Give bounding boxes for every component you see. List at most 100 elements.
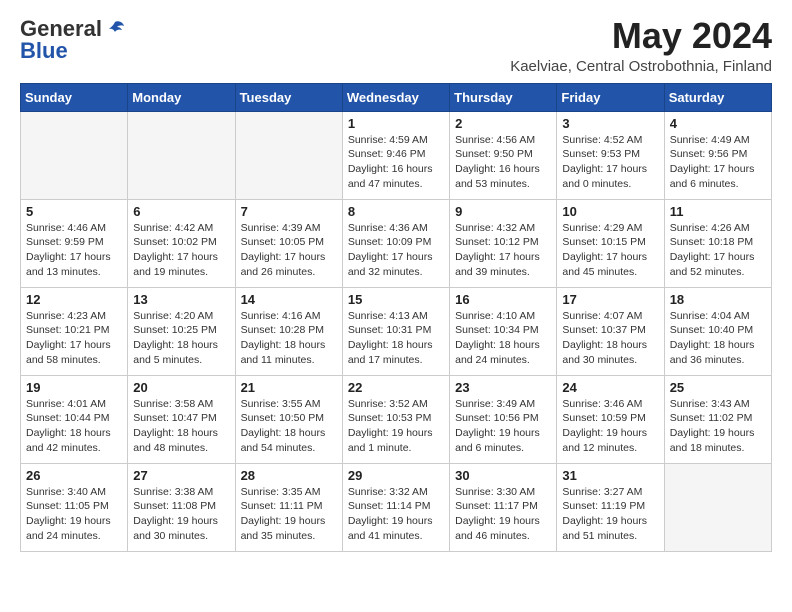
day-number: 14 — [241, 292, 337, 307]
day-number: 6 — [133, 204, 229, 219]
day-number: 2 — [455, 116, 551, 131]
day-number: 25 — [670, 380, 766, 395]
header: General Blue May 2024 Kaelviae, Central … — [20, 16, 772, 75]
day-detail: Sunrise: 3:52 AMSunset: 10:53 PMDaylight… — [348, 397, 444, 456]
calendar-cell: 18 Sunrise: 4:04 AMSunset: 10:40 PMDaylig… — [664, 287, 771, 375]
day-detail: Sunrise: 4:49 AMSunset: 9:56 PMDaylight:… — [670, 133, 766, 192]
day-number: 21 — [241, 380, 337, 395]
calendar-cell: 27 Sunrise: 3:38 AMSunset: 11:08 PMDaylig… — [128, 463, 235, 551]
day-detail: Sunrise: 3:38 AMSunset: 11:08 PMDaylight… — [133, 485, 229, 544]
day-number: 29 — [348, 468, 444, 483]
day-detail: Sunrise: 3:55 AMSunset: 10:50 PMDaylight… — [241, 397, 337, 456]
calendar-cell: 5Sunrise: 4:46 AMSunset: 9:59 PMDaylight… — [21, 199, 128, 287]
calendar-cell: 21 Sunrise: 3:55 AMSunset: 10:50 PMDaylig… — [235, 375, 342, 463]
day-detail: Sunrise: 3:35 AMSunset: 11:11 PMDaylight… — [241, 485, 337, 544]
col-friday: Friday — [557, 83, 664, 111]
calendar-cell: 25 Sunrise: 3:43 AMSunset: 11:02 PMDaylig… — [664, 375, 771, 463]
day-number: 13 — [133, 292, 229, 307]
main-title: May 2024 — [510, 16, 772, 56]
calendar-table: Sunday Monday Tuesday Wednesday Thursday… — [20, 83, 772, 552]
day-detail: Sunrise: 4:29 AMSunset: 10:15 PMDaylight… — [562, 221, 658, 280]
day-detail: Sunrise: 3:40 AMSunset: 11:05 PMDaylight… — [26, 485, 122, 544]
col-wednesday: Wednesday — [342, 83, 449, 111]
calendar-cell: 29 Sunrise: 3:32 AMSunset: 11:14 PMDaylig… — [342, 463, 449, 551]
title-area: May 2024 Kaelviae, Central Ostrobothnia,… — [510, 16, 772, 75]
day-detail: Sunrise: 4:13 AMSunset: 10:31 PMDaylight… — [348, 309, 444, 368]
calendar-cell: 7 Sunrise: 4:39 AMSunset: 10:05 PMDayligh… — [235, 199, 342, 287]
day-number: 1 — [348, 116, 444, 131]
day-detail: Sunrise: 4:32 AMSunset: 10:12 PMDaylight… — [455, 221, 551, 280]
day-number: 26 — [26, 468, 122, 483]
day-number: 4 — [670, 116, 766, 131]
day-number: 3 — [562, 116, 658, 131]
day-number: 27 — [133, 468, 229, 483]
day-number: 7 — [241, 204, 337, 219]
calendar-cell: 13 Sunrise: 4:20 AMSunset: 10:25 PMDaylig… — [128, 287, 235, 375]
calendar-cell: 15Sunrise: 4:13 AMSunset: 10:31 PMDaylig… — [342, 287, 449, 375]
day-detail: Sunrise: 4:07 AMSunset: 10:37 PMDaylight… — [562, 309, 658, 368]
day-number: 23 — [455, 380, 551, 395]
logo-blue-text: Blue — [20, 38, 68, 64]
day-detail: Sunrise: 4:42 AMSunset: 10:02 PMDaylight… — [133, 221, 229, 280]
day-detail: Sunrise: 3:49 AMSunset: 10:56 PMDaylight… — [455, 397, 551, 456]
page: General Blue May 2024 Kaelviae, Central … — [0, 0, 792, 572]
subtitle: Kaelviae, Central Ostrobothnia, Finland — [510, 58, 772, 75]
calendar-cell: 2 Sunrise: 4:56 AMSunset: 9:50 PMDaylight… — [450, 111, 557, 199]
col-tuesday: Tuesday — [235, 83, 342, 111]
day-number: 8 — [348, 204, 444, 219]
day-detail: Sunrise: 3:58 AMSunset: 10:47 PMDaylight… — [133, 397, 229, 456]
calendar-week-row: 19 Sunrise: 4:01 AMSunset: 10:44 PMDaylig… — [21, 375, 772, 463]
day-detail: Sunrise: 3:43 AMSunset: 11:02 PMDaylight… — [670, 397, 766, 456]
calendar-week-row: 12 Sunrise: 4:23 AMSunset: 10:21 PMDaylig… — [21, 287, 772, 375]
day-detail: Sunrise: 4:26 AMSunset: 10:18 PMDaylight… — [670, 221, 766, 280]
calendar-cell: 1 Sunrise: 4:59 AMSunset: 9:46 PMDaylight… — [342, 111, 449, 199]
day-number: 12 — [26, 292, 122, 307]
day-number: 9 — [455, 204, 551, 219]
calendar-cell: 30Sunrise: 3:30 AMSunset: 11:17 PMDaylig… — [450, 463, 557, 551]
calendar-cell: 12 Sunrise: 4:23 AMSunset: 10:21 PMDaylig… — [21, 287, 128, 375]
calendar-week-row: 1 Sunrise: 4:59 AMSunset: 9:46 PMDaylight… — [21, 111, 772, 199]
col-sunday: Sunday — [21, 83, 128, 111]
calendar-header-row: Sunday Monday Tuesday Wednesday Thursday… — [21, 83, 772, 111]
calendar-cell: 8Sunrise: 4:36 AMSunset: 10:09 PMDayligh… — [342, 199, 449, 287]
day-detail: Sunrise: 4:04 AMSunset: 10:40 PMDaylight… — [670, 309, 766, 368]
calendar-cell: 16 Sunrise: 4:10 AMSunset: 10:34 PMDaylig… — [450, 287, 557, 375]
day-number: 16 — [455, 292, 551, 307]
calendar-cell: 6 Sunrise: 4:42 AMSunset: 10:02 PMDayligh… — [128, 199, 235, 287]
day-number: 24 — [562, 380, 658, 395]
day-detail: Sunrise: 3:30 AMSunset: 11:17 PMDaylight… — [455, 485, 551, 544]
day-number: 31 — [562, 468, 658, 483]
day-number: 18 — [670, 292, 766, 307]
day-detail: Sunrise: 4:20 AMSunset: 10:25 PMDaylight… — [133, 309, 229, 368]
calendar-cell: 22Sunrise: 3:52 AMSunset: 10:53 PMDaylig… — [342, 375, 449, 463]
calendar-cell: 3 Sunrise: 4:52 AMSunset: 9:53 PMDaylight… — [557, 111, 664, 199]
calendar-cell — [128, 111, 235, 199]
day-detail: Sunrise: 4:01 AMSunset: 10:44 PMDaylight… — [26, 397, 122, 456]
day-detail: Sunrise: 4:39 AMSunset: 10:05 PMDaylight… — [241, 221, 337, 280]
calendar-cell: 9 Sunrise: 4:32 AMSunset: 10:12 PMDayligh… — [450, 199, 557, 287]
calendar-cell: 14Sunrise: 4:16 AMSunset: 10:28 PMDaylig… — [235, 287, 342, 375]
day-number: 19 — [26, 380, 122, 395]
day-detail: Sunrise: 4:10 AMSunset: 10:34 PMDaylight… — [455, 309, 551, 368]
day-number: 17 — [562, 292, 658, 307]
day-detail: Sunrise: 4:46 AMSunset: 9:59 PMDaylight:… — [26, 221, 122, 280]
col-saturday: Saturday — [664, 83, 771, 111]
calendar-cell: 26 Sunrise: 3:40 AMSunset: 11:05 PMDaylig… — [21, 463, 128, 551]
calendar-cell: 19 Sunrise: 4:01 AMSunset: 10:44 PMDaylig… — [21, 375, 128, 463]
day-detail: Sunrise: 4:59 AMSunset: 9:46 PMDaylight:… — [348, 133, 444, 192]
calendar-cell: 17 Sunrise: 4:07 AMSunset: 10:37 PMDaylig… — [557, 287, 664, 375]
day-detail: Sunrise: 3:27 AMSunset: 11:19 PMDaylight… — [562, 485, 658, 544]
logo-area: General Blue — [20, 16, 126, 64]
calendar-cell: 23 Sunrise: 3:49 AMSunset: 10:56 PMDaylig… — [450, 375, 557, 463]
calendar-cell: 28 Sunrise: 3:35 AMSunset: 11:11 PMDaylig… — [235, 463, 342, 551]
logo-bird-icon — [104, 18, 126, 40]
day-number: 20 — [133, 380, 229, 395]
day-detail: Sunrise: 4:56 AMSunset: 9:50 PMDaylight:… — [455, 133, 551, 192]
col-thursday: Thursday — [450, 83, 557, 111]
calendar-cell — [664, 463, 771, 551]
day-detail: Sunrise: 3:32 AMSunset: 11:14 PMDaylight… — [348, 485, 444, 544]
calendar-cell: 11Sunrise: 4:26 AMSunset: 10:18 PMDaylig… — [664, 199, 771, 287]
day-number: 28 — [241, 468, 337, 483]
day-detail: Sunrise: 4:52 AMSunset: 9:53 PMDaylight:… — [562, 133, 658, 192]
day-detail: Sunrise: 4:23 AMSunset: 10:21 PMDaylight… — [26, 309, 122, 368]
